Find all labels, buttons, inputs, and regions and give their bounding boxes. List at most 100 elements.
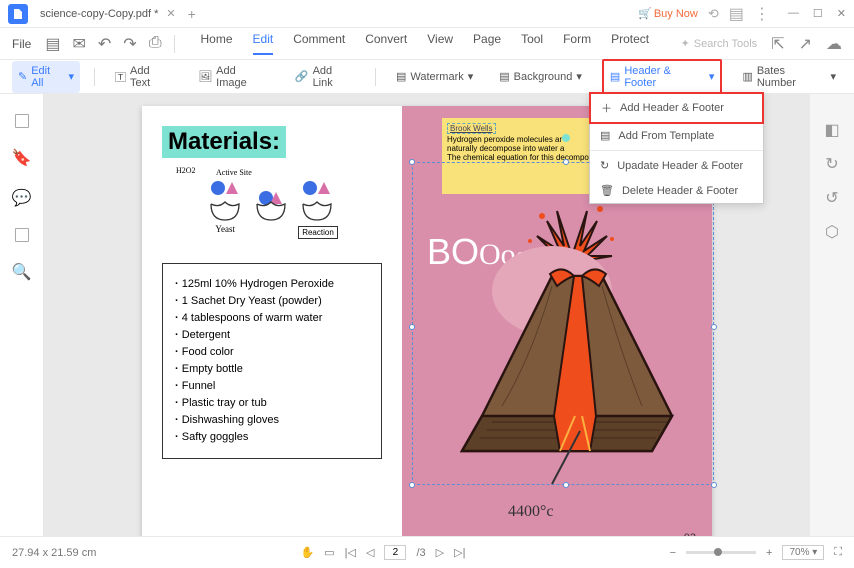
comment-panel-icon[interactable]: 💬 xyxy=(12,188,32,208)
right-panel: ◧ ↻ ↺ ⬡ xyxy=(810,94,854,536)
edit-all-button[interactable]: ✎ Edit All ▾ xyxy=(12,61,80,93)
zoom-value[interactable]: 70% ▾ xyxy=(782,545,824,560)
reaction-label: Reaction xyxy=(298,226,338,239)
search-tools[interactable]: ✦ Search Tools xyxy=(681,37,758,50)
statusbar: 27.94 x 21.59 cm ✋ ▭ |◁ ◁ /3 ▷ ▷| − + 70… xyxy=(0,536,854,568)
tab-tool[interactable]: Tool xyxy=(521,32,543,55)
zoom-in-icon[interactable]: + xyxy=(766,547,772,559)
add-text-label: Add Text xyxy=(130,65,172,89)
more-icon[interactable]: ⋮ xyxy=(754,4,770,24)
crop-icon[interactable]: ◧ xyxy=(824,122,840,138)
first-page-icon[interactable]: |◁ xyxy=(345,546,356,559)
tab-edit[interactable]: Edit xyxy=(253,32,274,55)
page-input[interactable] xyxy=(384,545,406,560)
bookmark-icon[interactable]: 🔖 xyxy=(12,148,32,168)
fit-page-icon[interactable]: ⛶ xyxy=(834,546,842,559)
background-label: Background xyxy=(514,71,573,83)
hand-tool-icon[interactable]: ✋ xyxy=(301,546,315,559)
menu-file[interactable]: File xyxy=(12,37,31,51)
share-icon[interactable]: ↗ xyxy=(799,34,812,54)
zoom-slider[interactable] xyxy=(686,551,756,554)
list-item: 1 Sachet Dry Yeast (powder) xyxy=(175,293,369,310)
tab-convert[interactable]: Convert xyxy=(365,32,407,55)
prev-page-icon[interactable]: ◁ xyxy=(366,546,374,559)
gift-icon[interactable]: ⟲ xyxy=(708,6,719,22)
tab-view[interactable]: View xyxy=(427,32,453,55)
watermark-button[interactable]: ▤ Watermark ▾ xyxy=(390,66,479,87)
add-link-button[interactable]: 🔗 Add Link xyxy=(289,61,361,93)
trash-icon: 🗑 xyxy=(600,184,614,197)
next-page-icon[interactable]: ▷ xyxy=(436,546,444,559)
edit-all-label: Edit All xyxy=(31,65,64,89)
settings-icon[interactable]: ⬡ xyxy=(824,224,840,240)
tab-title: science-copy-Copy.pdf * xyxy=(40,8,158,20)
add-image-button[interactable]: 🖼 Add Image xyxy=(192,61,275,93)
list-item: 4 tablespoons of warm water xyxy=(175,310,369,327)
sticky-text: naturally decompose into water a xyxy=(447,144,564,153)
yeast-label: Yeast xyxy=(206,224,244,234)
zoom-out-icon[interactable]: − xyxy=(670,547,676,559)
refresh-icon: ↻ xyxy=(600,159,609,172)
tab-comment[interactable]: Comment xyxy=(293,32,345,55)
rotate-right-icon[interactable]: ↻ xyxy=(824,156,840,172)
background-button[interactable]: ▤ Background ▾ xyxy=(493,66,588,87)
list-item: Food color xyxy=(175,344,369,361)
left-panel: 🔖 💬 🔍 xyxy=(0,94,44,536)
list-item: Empty bottle xyxy=(175,361,369,378)
plus-icon: ＋ xyxy=(601,100,612,116)
dropdown-add-from-template[interactable]: ▤Add From Template xyxy=(590,123,763,148)
header-footer-label: Header & Footer xyxy=(624,65,705,89)
bates-number-button[interactable]: ▥ Bates Number ▾ xyxy=(736,61,842,93)
dropdown-delete-header-footer[interactable]: 🗑Delete Header & Footer xyxy=(590,178,763,203)
page-total: /3 xyxy=(416,547,425,559)
dropdown-label: Add From Template xyxy=(618,130,714,142)
toolbar: ✎ Edit All ▾ 🅃 Add Text 🖼 Add Image 🔗 Ad… xyxy=(0,60,854,94)
cloud-icon[interactable]: ☁ xyxy=(826,34,842,54)
dropdown-update-header-footer[interactable]: ↻ Upadate Header & Footer xyxy=(590,153,763,178)
list-item: Detergent xyxy=(175,327,369,344)
search-panel-icon[interactable]: 🔍 xyxy=(12,262,32,282)
buy-now-label: Buy Now xyxy=(654,8,698,20)
redo-icon[interactable]: ↷ xyxy=(123,34,136,54)
maximize-icon[interactable]: ☐ xyxy=(813,7,823,20)
attachment-icon[interactable] xyxy=(15,228,29,242)
buy-now-button[interactable]: 🛒 Buy Now xyxy=(638,7,698,20)
open-icon[interactable]: ⇱ xyxy=(771,34,784,54)
titlebar: science-copy-Copy.pdf * ✕ + 🛒 Buy Now ⟲ … xyxy=(0,0,854,28)
temperature-label: 4400°c xyxy=(508,503,554,521)
list-item: 125ml 10% Hydrogen Peroxide xyxy=(175,276,369,293)
dropdown-label: Upadate Header & Footer xyxy=(617,160,743,172)
page-number: 03 xyxy=(684,532,696,536)
tab-add-button[interactable]: + xyxy=(188,6,196,22)
rotate-left-icon[interactable]: ↺ xyxy=(824,190,840,206)
materials-title: Materials: xyxy=(162,126,286,158)
header-footer-button[interactable]: ▤ Header & Footer ▾ xyxy=(602,59,723,95)
add-text-button[interactable]: 🅃 Add Text xyxy=(109,61,178,93)
page-left-column: Materials: H2O2 Active Site Yeast Reacti… xyxy=(142,106,402,536)
tab-page[interactable]: Page xyxy=(473,32,501,55)
save-icon[interactable]: ▤ xyxy=(45,34,60,54)
undo-icon[interactable]: ↶ xyxy=(98,34,111,54)
tab-form[interactable]: Form xyxy=(563,32,591,55)
menubar: File ▤ ✉ ↶ ↷ ⎙ Home Edit Comment Convert… xyxy=(0,28,854,60)
add-link-label: Add Link xyxy=(313,65,355,89)
close-icon[interactable]: ✕ xyxy=(837,7,846,20)
document-tab[interactable]: science-copy-Copy.pdf * ✕ xyxy=(40,7,176,20)
dropdown-label: Add Header & Footer xyxy=(620,102,724,114)
dropdown-add-header-footer[interactable]: ＋ Add Header & Footer xyxy=(589,92,764,124)
tab-protect[interactable]: Protect xyxy=(611,32,649,55)
bates-number-label: Bates Number xyxy=(757,65,827,89)
print-icon[interactable]: ⎙ xyxy=(149,34,162,54)
list-item: Funnel xyxy=(175,378,369,395)
read-mode-icon[interactable]: ▭ xyxy=(324,546,334,559)
tab-home[interactable]: Home xyxy=(201,32,233,55)
sticky-author: Brook Wells xyxy=(447,123,496,134)
zoom-percent: 70% xyxy=(789,547,809,558)
chemistry-diagram: H2O2 Active Site Yeast Reaction xyxy=(162,172,382,239)
minimize-icon[interactable]: — xyxy=(788,7,799,20)
last-page-icon[interactable]: ▷| xyxy=(454,546,465,559)
notify-icon[interactable]: ▤ xyxy=(729,4,744,24)
mail-icon[interactable]: ✉ xyxy=(72,34,85,54)
thumbnails-icon[interactable] xyxy=(15,114,29,128)
tab-close-icon[interactable]: ✕ xyxy=(166,7,175,20)
